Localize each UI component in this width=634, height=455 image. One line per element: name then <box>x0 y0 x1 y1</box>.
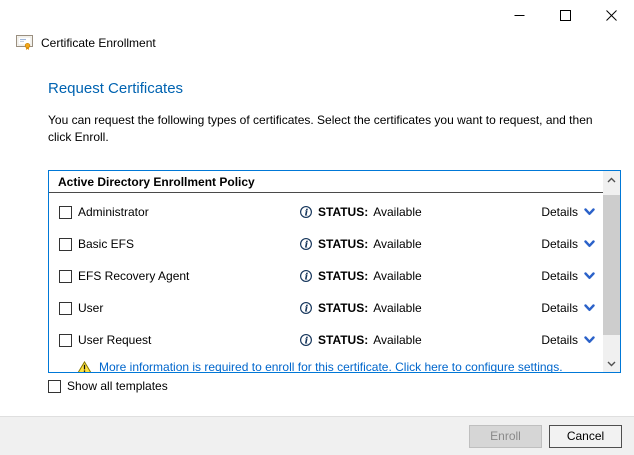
details-toggle[interactable]: Details <box>541 301 595 315</box>
svg-text:i: i <box>305 304 309 315</box>
title-bar <box>0 0 634 30</box>
status-value: Available <box>373 333 421 347</box>
status-label: STATUS: <box>318 269 368 283</box>
template-listbox: Active Directory Enrollment Policy Admin… <box>48 170 621 373</box>
svg-text:i: i <box>305 240 309 251</box>
template-status-cell: i STATUS: Available <box>299 301 422 315</box>
svg-text:i: i <box>305 272 309 283</box>
template-checkbox[interactable] <box>59 238 72 251</box>
scroll-up-icon <box>607 177 616 183</box>
template-name-cell: User Request <box>59 333 299 347</box>
status-label: STATUS: <box>318 205 368 219</box>
template-status-cell: i STATUS: Available <box>299 333 422 347</box>
details-label: Details <box>541 205 578 219</box>
template-name-cell: EFS Recovery Agent <box>59 269 299 283</box>
template-row: Basic EFS i STATUS: Available Details <box>49 228 603 260</box>
enroll-button[interactable]: Enroll <box>469 425 542 448</box>
close-button[interactable] <box>588 0 634 30</box>
scroll-up-button[interactable] <box>603 171 620 188</box>
warning-text: More information is required to enroll f… <box>99 360 563 372</box>
template-checkbox[interactable] <box>59 334 72 347</box>
scrollbar-thumb[interactable] <box>603 195 620 335</box>
show-all-templates-checkbox[interactable]: Show all templates <box>48 379 168 393</box>
template-row: Administrator i STATUS: Available Detail… <box>49 196 603 228</box>
template-name[interactable]: Administrator <box>78 205 149 219</box>
status-value: Available <box>373 301 421 315</box>
template-name-cell: User <box>59 301 299 315</box>
scroll-down-icon <box>607 361 616 367</box>
template-status-cell: i STATUS: Available <box>299 237 422 251</box>
page-title: Request Certificates <box>48 80 183 97</box>
app-name: Certificate Enrollment <box>41 36 156 50</box>
template-status-cell: i STATUS: Available <box>299 205 422 219</box>
vertical-scrollbar[interactable] <box>603 171 620 372</box>
chevron-down-icon <box>584 336 595 344</box>
policy-group-header: Active Directory Enrollment Policy <box>49 171 603 193</box>
details-label: Details <box>541 301 578 315</box>
show-all-label: Show all templates <box>67 379 168 393</box>
template-name[interactable]: Basic EFS <box>78 237 134 251</box>
template-name-cell: Basic EFS <box>59 237 299 251</box>
status-label: STATUS: <box>318 301 368 315</box>
details-toggle[interactable]: Details <box>541 333 595 347</box>
status-value: Available <box>373 237 421 251</box>
details-label: Details <box>541 333 578 347</box>
status-label: STATUS: <box>318 237 368 251</box>
minimize-icon <box>514 10 525 21</box>
page-instructions: You can request the following types of c… <box>48 112 610 146</box>
details-toggle[interactable]: Details <box>541 237 595 251</box>
template-name[interactable]: User Request <box>78 333 151 347</box>
template-name[interactable]: EFS Recovery Agent <box>78 269 189 283</box>
scroll-down-button[interactable] <box>603 355 620 372</box>
details-label: Details <box>541 237 578 251</box>
info-icon: i <box>299 301 313 315</box>
template-name-cell: Administrator <box>59 205 299 219</box>
template-warning-row[interactable]: More information is required to enroll f… <box>49 356 603 372</box>
template-status-cell: i STATUS: Available <box>299 269 422 283</box>
maximize-button[interactable] <box>542 0 588 30</box>
chevron-down-icon <box>584 304 595 312</box>
app-header: Certificate Enrollment <box>16 34 156 51</box>
info-icon: i <box>299 333 313 347</box>
template-checkbox[interactable] <box>59 270 72 283</box>
svg-text:i: i <box>305 208 309 219</box>
cancel-button[interactable]: Cancel <box>549 425 622 448</box>
close-icon <box>606 10 617 21</box>
chevron-down-icon <box>584 272 595 280</box>
certificate-icon <box>16 34 34 51</box>
show-all-checkbox-box[interactable] <box>48 380 61 393</box>
footer-bar: Enroll Cancel <box>0 416 634 455</box>
template-checkbox[interactable] <box>59 302 72 315</box>
caption-buttons <box>496 0 634 30</box>
chevron-down-icon <box>584 208 595 216</box>
certificate-enrollment-window: Certificate Enrollment Request Certifica… <box>0 0 634 455</box>
details-label: Details <box>541 269 578 283</box>
status-label: STATUS: <box>318 333 368 347</box>
info-icon: i <box>299 237 313 251</box>
maximize-icon <box>560 10 571 21</box>
template-row: User i STATUS: Available Details <box>49 292 603 324</box>
status-value: Available <box>373 269 421 283</box>
template-checkbox[interactable] <box>59 206 72 219</box>
details-toggle[interactable]: Details <box>541 269 595 283</box>
status-value: Available <box>373 205 421 219</box>
template-name[interactable]: User <box>78 301 103 315</box>
details-toggle[interactable]: Details <box>541 205 595 219</box>
info-icon: i <box>299 269 313 283</box>
info-icon: i <box>299 205 313 219</box>
template-list-body: Administrator i STATUS: Available Detail… <box>49 193 603 372</box>
minimize-button[interactable] <box>496 0 542 30</box>
template-row: EFS Recovery Agent i STATUS: Available D… <box>49 260 603 292</box>
warning-icon <box>77 361 92 373</box>
svg-text:i: i <box>305 336 309 347</box>
chevron-down-icon <box>584 240 595 248</box>
template-row: User Request i STATUS: Available Details <box>49 324 603 356</box>
